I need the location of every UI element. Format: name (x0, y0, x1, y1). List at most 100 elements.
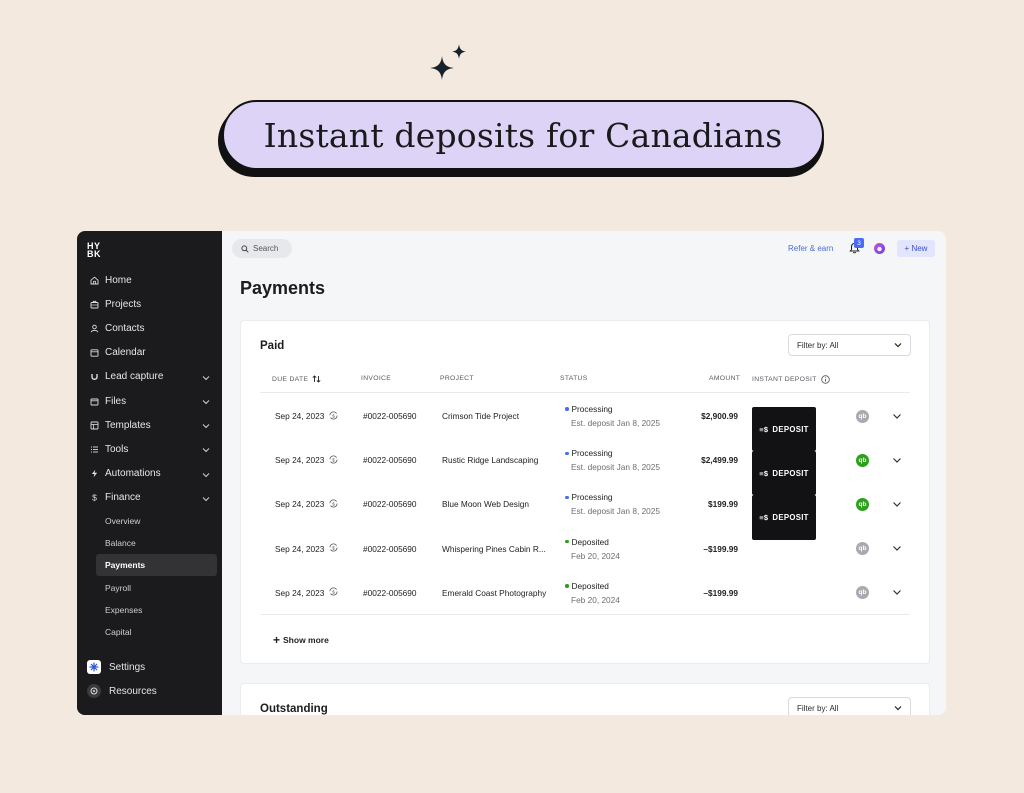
col-instant-deposit: INSTANT DEPOSIT (752, 375, 830, 384)
sidebar-nav: Home Projects Contacts Calendar Lead cap… (77, 268, 222, 665)
outstanding-filter-dropdown[interactable]: Filter by: All (788, 697, 911, 715)
home-icon (89, 275, 99, 285)
quickbooks-icon[interactable]: qb (856, 497, 869, 511)
table-row[interactable]: Sep 24, 2023 $ #0022-005690 Blue Moon We… (260, 482, 910, 540)
sidebar-item-tools[interactable]: Tools (77, 437, 222, 461)
outstanding-card: Outstanding Filter by: All (240, 683, 930, 715)
due-date-cell: Sep 24, 2023 $ (275, 482, 338, 526)
deposit-label: DEPOSIT (772, 512, 809, 522)
sidebar-item-templates[interactable]: Templates (77, 413, 222, 437)
project-cell[interactable]: Blue Moon Web Design (442, 482, 529, 526)
due-date: Sep 24, 2023 (275, 455, 325, 466)
search-icon (241, 244, 249, 253)
status-detail: Est. deposit Jan 8, 2025 (571, 418, 661, 429)
paid-filter-dropdown[interactable]: Filter by: All (788, 334, 911, 356)
sidebar-subitem-capital[interactable]: Capital (77, 621, 217, 643)
invoice-cell[interactable]: #0022-005690 (363, 394, 417, 438)
col-due-date[interactable]: DUE DATE (272, 375, 321, 383)
sidebar-item-files[interactable]: Files (77, 389, 222, 413)
chevron-down-icon (894, 343, 902, 348)
instant-deposit-icon: ≡$ (759, 512, 769, 522)
table-row[interactable]: Sep 24, 2023 $ #0022-005690 Emerald Coas… (260, 571, 910, 615)
divider (260, 614, 910, 615)
settings-logo-icon (87, 660, 101, 674)
table-row[interactable]: Sep 24, 2023 $ #0022-005690 Crimson Tide… (260, 394, 910, 452)
status-cell: Processing Est. deposit Jan 8, 2025 (565, 438, 660, 482)
status-detail: Est. deposit Jan 8, 2025 (571, 462, 661, 473)
invoice-cell[interactable]: #0022-005690 (363, 527, 417, 571)
info-icon[interactable] (820, 375, 830, 384)
search-input[interactable]: Search (232, 239, 292, 258)
app-window: HY BK Home Projects Contacts Calendar Le… (77, 231, 946, 715)
expand-row-chevron-icon[interactable] (892, 589, 902, 597)
status-label: Deposited (571, 580, 609, 591)
sidebar-item-home[interactable]: Home (77, 268, 222, 292)
sidebar-item-label: Tools (105, 443, 129, 455)
sidebar-item-settings[interactable]: Settings (77, 655, 222, 679)
sidebar-item-label: Resources (109, 685, 157, 697)
sidebar-item-resources[interactable]: Resources (77, 679, 222, 703)
due-date-cell: Sep 24, 2023 $ (275, 527, 338, 571)
sidebar-item-label: Home (105, 274, 132, 286)
refer-earn-link[interactable]: Refer & earn (788, 244, 833, 253)
table-header: DUE DATE INVOICE PROJECT STATUS AMOUNT I… (260, 367, 910, 393)
new-button[interactable]: + New (897, 240, 935, 257)
sidebar-subitem-balance[interactable]: Balance (77, 532, 217, 554)
invoice-cell[interactable]: #0022-005690 (363, 438, 417, 482)
due-date-cell: Sep 24, 2023 $ (275, 438, 338, 482)
project-cell[interactable]: Emerald Coast Photography (442, 571, 546, 615)
assistant-orb-icon[interactable] (873, 242, 886, 255)
recurring-payment-icon: $ (324, 499, 338, 510)
chevron-down-icon (202, 445, 210, 453)
sidebar-subitem-expenses[interactable]: Expenses (77, 599, 217, 621)
deposit-label: DEPOSIT (772, 468, 809, 478)
quickbooks-icon[interactable]: qb (856, 586, 869, 600)
invoice-cell[interactable]: #0022-005690 (363, 482, 417, 526)
recurring-payment-icon: $ (324, 587, 338, 598)
sidebar-item-label: Contacts (105, 322, 145, 334)
project-cell[interactable]: Whispering Pines Cabin R... (442, 527, 546, 571)
sidebar-item-automations[interactable]: Automations (77, 462, 222, 486)
amount-cell: –$199.99 (703, 587, 738, 598)
due-date-cell: Sep 24, 2023 $ (275, 394, 338, 438)
project-cell[interactable]: Rustic Ridge Landscaping (442, 438, 538, 482)
expand-row-chevron-icon[interactable] (892, 412, 902, 420)
logo: HY BK (87, 242, 101, 259)
quickbooks-icon[interactable]: qb (856, 409, 869, 423)
expand-row-chevron-icon[interactable] (892, 545, 902, 553)
sidebar: HY BK Home Projects Contacts Calendar Le… (77, 231, 222, 715)
paid-card: Paid Filter by: All DUE DATE INVOICE PRO… (240, 320, 930, 664)
sidebar-item-lead-capture[interactable]: Lead capture (77, 365, 222, 389)
invoice-cell[interactable]: #0022-005690 (363, 571, 417, 615)
sidebar-subitem-payments[interactable]: Payments (96, 554, 217, 577)
filter-label: Filter by: All (797, 703, 839, 713)
sidebar-item-label: Files (105, 395, 127, 407)
svg-text:$: $ (333, 413, 336, 419)
table-row[interactable]: Sep 24, 2023 $ #0022-005690 Rustic Ridge… (260, 438, 910, 496)
col-invoice: INVOICE (361, 375, 392, 382)
status-detail: Est. deposit Jan 8, 2025 (571, 506, 661, 517)
quickbooks-icon[interactable]: qb (856, 542, 869, 556)
sidebar-subitem-payroll[interactable]: Payroll (77, 576, 217, 598)
dollar-icon: $ (89, 493, 99, 503)
project-cell[interactable]: Crimson Tide Project (442, 394, 519, 438)
expand-row-chevron-icon[interactable] (892, 456, 902, 464)
sidebar-item-projects[interactable]: Projects (77, 292, 222, 316)
svg-text:$: $ (92, 493, 97, 502)
expand-row-chevron-icon[interactable] (892, 500, 902, 508)
show-more-button[interactable]: + Show more (273, 633, 329, 647)
sidebar-item-contacts[interactable]: Contacts (77, 316, 222, 340)
sidebar-item-calendar[interactable]: Calendar (77, 341, 222, 365)
quickbooks-icon[interactable]: qb (856, 453, 869, 467)
col-status: STATUS (560, 375, 588, 382)
sidebar-subitem-overview[interactable]: Overview (77, 510, 217, 532)
plus-icon: + (273, 633, 281, 647)
table-row[interactable]: Sep 24, 2023 $ #0022-005690 Whispering P… (260, 527, 910, 571)
amount-cell: $199.99 (708, 499, 738, 510)
recurring-payment-icon: $ (324, 411, 338, 422)
amount-cell: $2,900.99 (701, 411, 738, 422)
status-label: Processing (571, 404, 613, 415)
sidebar-item-finance[interactable]: $ Finance (77, 486, 222, 510)
sidebar-item-label: Templates (105, 419, 151, 431)
chevron-down-icon (202, 421, 210, 429)
